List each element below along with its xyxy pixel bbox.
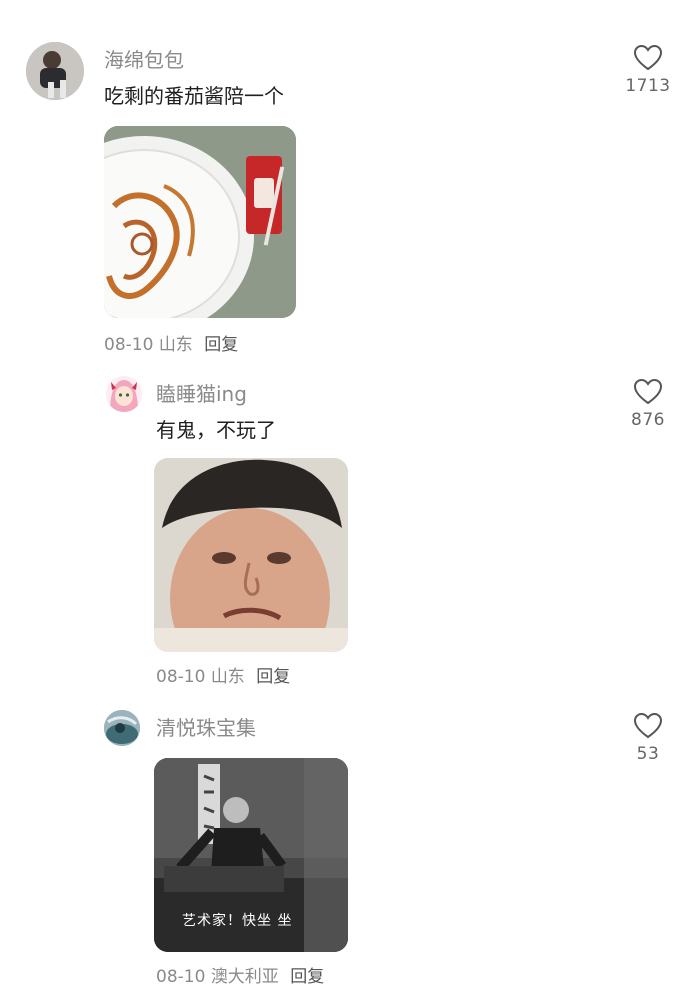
avatar[interactable] xyxy=(104,710,140,746)
reply-button[interactable]: 回复 xyxy=(204,335,238,355)
comment-text: 吃剩的番茄酱陪一个 xyxy=(104,84,284,108)
comment-meta: 08-10 山东 回复 xyxy=(156,662,290,687)
comment-image[interactable] xyxy=(154,458,348,652)
comment-location: 山东 xyxy=(210,667,245,687)
like-count: 1713 xyxy=(625,76,671,96)
comment-location: 澳大利亚 xyxy=(210,967,279,987)
like-count: 53 xyxy=(636,744,660,764)
avatar[interactable] xyxy=(26,42,84,100)
comment-location: 山东 xyxy=(158,335,193,355)
comment-text: 有鬼，不玩了 xyxy=(156,418,276,442)
reply-button[interactable]: 回复 xyxy=(256,667,290,687)
comment-image[interactable]: 艺术家！快坐 坐 xyxy=(154,758,348,952)
comment-item: 海绵包包 吃剩的番茄酱陪一个 1713 08-10 山东 回复 xyxy=(0,0,690,360)
heart-outline-icon xyxy=(633,378,663,405)
heart-outline-icon xyxy=(633,44,663,71)
comment-item: 瞌睡猫ing 有鬼，不玩了 876 08-10 山东 回复 xyxy=(0,360,690,690)
comment-image[interactable] xyxy=(104,126,296,318)
heart-outline-icon xyxy=(633,712,663,739)
comment-username[interactable]: 清悦珠宝集 xyxy=(156,712,256,741)
comment-item: 清悦珠宝集 53 艺术家！快坐 坐 08-10 澳大利亚 回复 xyxy=(0,690,690,988)
comment-meta: 08-10 澳大利亚 回复 xyxy=(156,962,324,987)
like-button[interactable]: 53 xyxy=(618,712,678,764)
image-caption: 艺术家！快坐 坐 xyxy=(182,913,293,929)
like-button[interactable]: 876 xyxy=(618,378,678,430)
comment-date: 08-10 xyxy=(156,967,206,987)
comment-username[interactable]: 海绵包包 xyxy=(104,44,184,73)
like-button[interactable]: 1713 xyxy=(618,44,678,96)
comment-username[interactable]: 瞌睡猫ing xyxy=(156,378,247,407)
avatar[interactable] xyxy=(106,376,142,412)
like-count: 876 xyxy=(631,410,665,430)
reply-button[interactable]: 回复 xyxy=(290,967,324,987)
comment-date: 08-10 xyxy=(104,335,154,355)
comment-meta: 08-10 山东 回复 xyxy=(104,330,238,355)
comment-date: 08-10 xyxy=(156,667,206,687)
